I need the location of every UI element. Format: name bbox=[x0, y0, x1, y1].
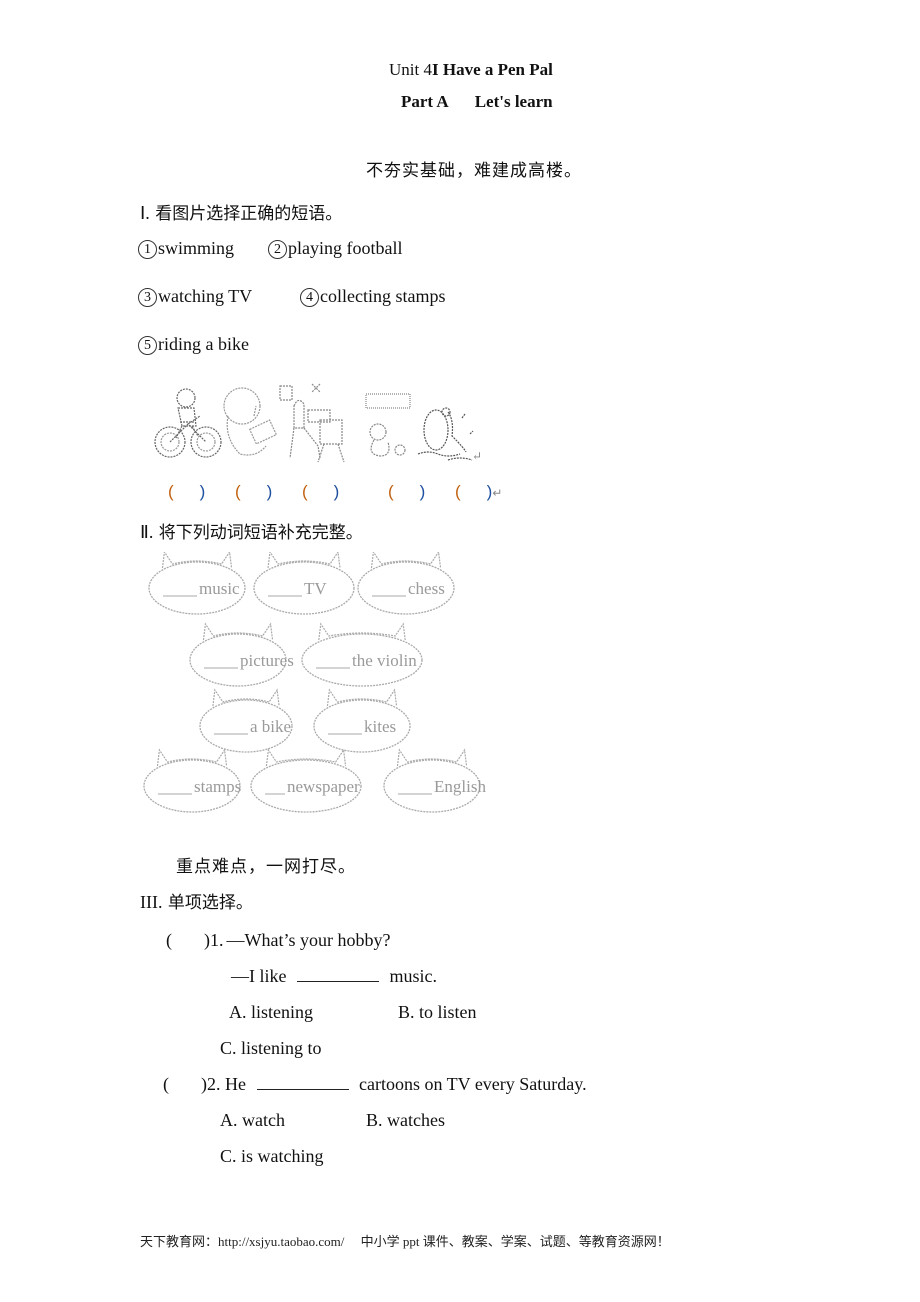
bubble-phrase: stamps bbox=[194, 777, 241, 796]
collecting-stamps-illustration bbox=[223, 387, 278, 456]
bubble-phrase: English bbox=[434, 777, 486, 796]
cat-bubble: newspaper bbox=[250, 748, 362, 813]
question-1-option-c[interactable]: C. listening to bbox=[220, 1038, 322, 1059]
section-2-instruction: 将下列动词短语补充完整。 bbox=[158, 523, 363, 543]
picture-answer-2[interactable]: () bbox=[235, 482, 272, 502]
question-2-blank[interactable] bbox=[256, 1075, 349, 1090]
cat-bubble: stamps bbox=[143, 748, 241, 813]
question-2-option-a[interactable]: A. watch bbox=[220, 1110, 285, 1131]
circled-number-4: 4 bbox=[300, 288, 319, 307]
watching-tv-illustration bbox=[279, 383, 345, 463]
return-mark-icon: ↵ bbox=[492, 486, 503, 500]
playing-football-illustration bbox=[365, 393, 411, 457]
question-1: ()1. —What’s your hobby? bbox=[166, 930, 390, 951]
option-2: 2 playing football bbox=[268, 238, 402, 259]
circled-number-1: 1 bbox=[138, 240, 157, 259]
question-2-prompt-start: He bbox=[225, 1074, 246, 1094]
section-3-heading: III. 单项选择。 bbox=[140, 888, 253, 913]
cat-bubbles: music TV chess pictures the violin a bike kite… bbox=[143, 552, 486, 813]
cat-bubble: kites bbox=[313, 688, 411, 753]
bubble-phrase: TV bbox=[304, 579, 327, 598]
footer-text: 天下教育网：http://xsjyu.taobao.com/ 中小学 ppt 课… bbox=[140, 1234, 670, 1249]
question-2-option-c[interactable]: C. is watching bbox=[220, 1146, 324, 1167]
return-mark-icon: ↵ bbox=[472, 449, 483, 463]
option-4: 4 collecting stamps bbox=[300, 286, 445, 307]
section-3-number: III. bbox=[140, 892, 163, 912]
option-text: collecting stamps bbox=[320, 286, 446, 306]
unit-name: I Have a Pen Pal bbox=[431, 60, 553, 79]
section-2-number: Ⅱ. bbox=[140, 522, 154, 542]
bubble-phrase: kites bbox=[364, 717, 396, 736]
activity-illustrations bbox=[154, 383, 474, 463]
bubble-phrase: music bbox=[199, 579, 240, 598]
circled-number-5: 5 bbox=[138, 336, 157, 355]
picture-answer-4[interactable]: () bbox=[388, 482, 425, 502]
option-5: 5 riding a bike bbox=[138, 334, 249, 355]
option-text: riding a bike bbox=[158, 334, 249, 354]
cat-bubble: TV bbox=[253, 552, 355, 615]
section-1-heading: Ⅰ. 看图片选择正确的短语。 bbox=[140, 199, 342, 224]
section-1-number: Ⅰ. bbox=[140, 203, 150, 223]
question-1-option-b[interactable]: B. to listen bbox=[398, 1002, 477, 1023]
question-2-number: 2. bbox=[207, 1074, 221, 1094]
question-1-response-end: music. bbox=[389, 966, 438, 986]
lesson-subtitle: Part A Let's learn bbox=[401, 92, 553, 112]
circled-number-2: 2 bbox=[268, 240, 287, 259]
option-1: 1 swimming bbox=[138, 238, 234, 259]
question-2-answer-paren[interactable]: () bbox=[163, 1074, 207, 1094]
part-label: Part A bbox=[401, 92, 449, 111]
cat-bubble: the violin bbox=[301, 622, 423, 687]
lesson-label: Let's learn bbox=[474, 92, 553, 111]
cat-bubble: music bbox=[148, 552, 246, 615]
section-2-heading: Ⅱ. 将下列动词短语补充完整。 bbox=[140, 518, 363, 543]
circled-number-3: 3 bbox=[138, 288, 157, 307]
question-1-number: 1. bbox=[210, 930, 224, 950]
option-3: 3 watching TV bbox=[138, 286, 252, 307]
cat-bubble: chess bbox=[357, 552, 455, 615]
swimming-illustration bbox=[417, 407, 474, 461]
motto-foundation: 不夯实基础，难建成高楼。 bbox=[366, 161, 582, 181]
question-1-answer-paren[interactable]: () bbox=[166, 930, 210, 950]
option-text: watching TV bbox=[158, 286, 253, 306]
question-1-response: —I like bbox=[231, 966, 287, 986]
picture-answer-1[interactable]: () bbox=[168, 482, 205, 502]
unit-number: Unit 4 bbox=[389, 60, 432, 79]
question-1-blank[interactable] bbox=[297, 967, 379, 982]
cat-bubble: pictures bbox=[189, 622, 294, 687]
question-1-prompt: —What’s your hobby? bbox=[226, 930, 391, 950]
bubble-phrase: a bike bbox=[250, 717, 291, 736]
bubble-phrase: the violin bbox=[352, 651, 417, 670]
option-text: playing football bbox=[288, 238, 403, 258]
bubble-phrase: chess bbox=[408, 579, 445, 598]
unit-title: Unit 4I Have a Pen Pal bbox=[389, 60, 553, 80]
bubble-phrase: pictures bbox=[240, 651, 294, 670]
question-2-option-b[interactable]: B. watches bbox=[366, 1110, 445, 1131]
question-2-prompt-end: cartoons on TV every Saturday. bbox=[359, 1074, 587, 1094]
question-1-option-a[interactable]: A. listening bbox=[229, 1002, 313, 1023]
option-text: swimming bbox=[158, 238, 235, 258]
picture-answer-5[interactable]: ()↵ bbox=[455, 482, 502, 502]
section-3-instruction: 单项选择。 bbox=[167, 893, 253, 913]
cat-bubble: English bbox=[383, 748, 486, 813]
bubble-phrase: newspaper bbox=[287, 777, 360, 796]
cat-bubble: a bike bbox=[199, 688, 293, 753]
picture-answer-3[interactable]: () bbox=[302, 482, 339, 502]
riding-bike-illustration bbox=[154, 388, 222, 458]
question-1-line-2: —I like music. bbox=[231, 966, 437, 987]
section-1-instruction: 看图片选择正确的短语。 bbox=[155, 204, 343, 224]
question-2: ()2. He cartoons on TV every Saturday. bbox=[163, 1074, 587, 1095]
motto-key-points: 重点难点，一网打尽。 bbox=[176, 857, 356, 877]
